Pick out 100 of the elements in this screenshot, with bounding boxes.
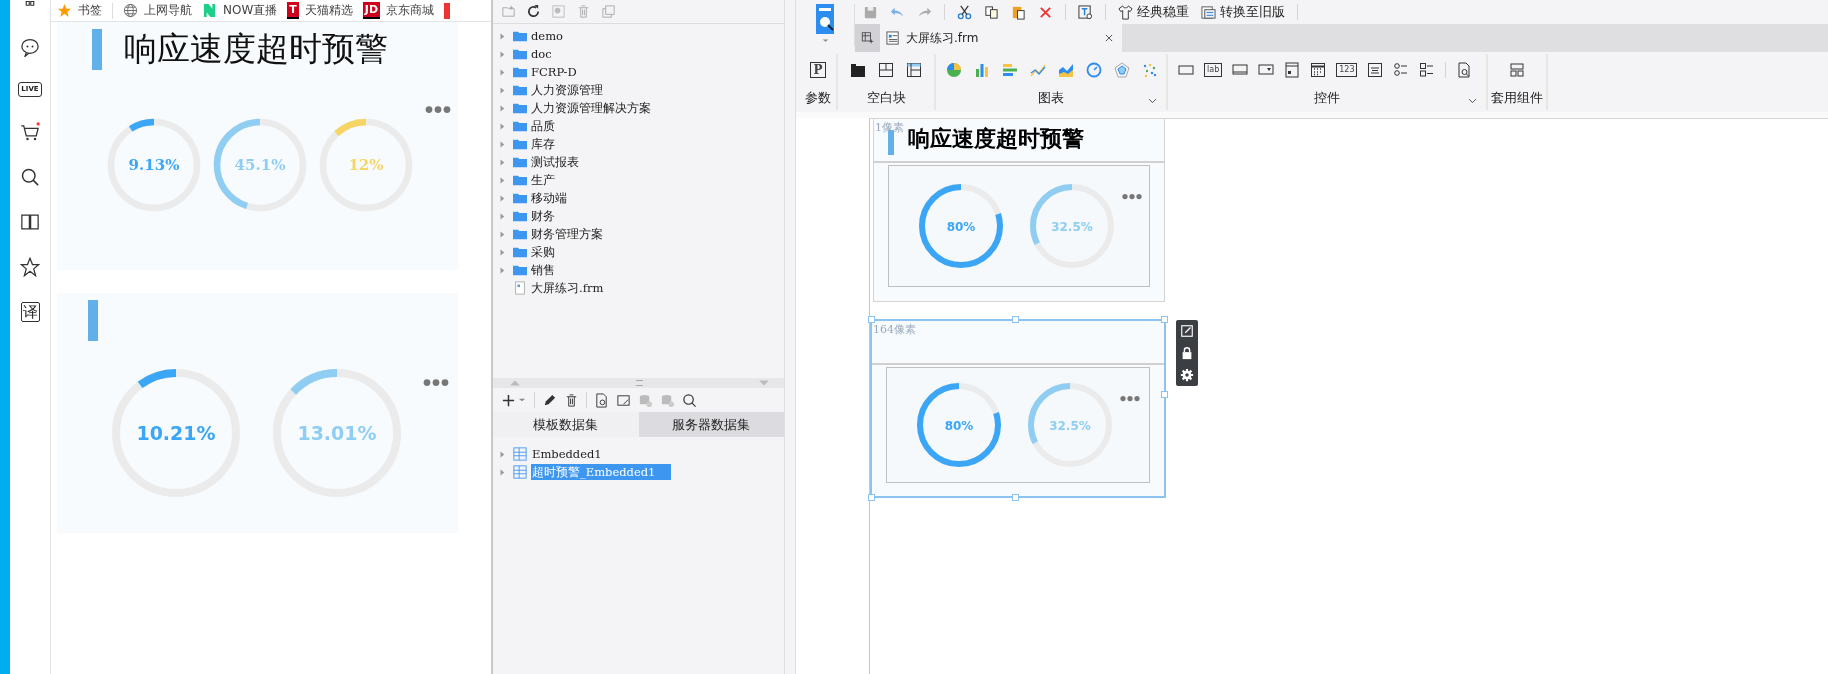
tree-item[interactable]: doc (531, 47, 552, 61)
save-icon[interactable] (863, 4, 878, 20)
resize-handle[interactable] (868, 494, 875, 501)
tree-item[interactable]: 采购 (531, 244, 555, 260)
edit-icon[interactable] (542, 392, 557, 408)
gauge-value: 32.5% (1049, 418, 1091, 433)
delete-icon[interactable] (564, 392, 579, 408)
resize-handle[interactable] (1161, 391, 1168, 398)
toolbar-button[interactable]: 转换至旧版 (1201, 3, 1285, 21)
new-folder-icon[interactable] (501, 4, 516, 19)
line-chart-icon[interactable] (1030, 62, 1046, 78)
dataset-tab[interactable]: 服务器数据集 (638, 412, 784, 437)
tree-item[interactable]: 大屏练习.frm (531, 280, 604, 296)
folder-icon (513, 29, 527, 43)
document-edit-icon[interactable] (616, 392, 631, 408)
ribbon-group-label: 空白块 (866, 89, 906, 107)
block-table-icon[interactable] (906, 62, 922, 78)
resize-handle[interactable] (1012, 316, 1019, 323)
gauge-chart-icon[interactable] (1086, 62, 1102, 78)
dropdown-icon[interactable] (1258, 62, 1275, 78)
edit-icon[interactable] (1180, 324, 1194, 338)
tree-item[interactable]: 财务 (531, 208, 555, 224)
database-icon[interactable] (660, 392, 675, 408)
search-icon[interactable] (20, 167, 40, 187)
document-tab[interactable]: 大屏练习.frm (880, 24, 1122, 52)
database-icon[interactable] (638, 392, 653, 408)
checkbox-icon[interactable] (1419, 62, 1436, 78)
label-icon[interactable]: lab (1204, 63, 1223, 77)
button-icon[interactable] (1232, 62, 1249, 78)
tree-item[interactable]: 品质 (531, 118, 555, 134)
calendar-icon[interactable] (1310, 62, 1327, 78)
new-template-icon[interactable] (855, 24, 880, 52)
cart-icon[interactable] (20, 122, 40, 142)
add-icon[interactable] (501, 392, 516, 408)
pie-chart-icon[interactable] (946, 62, 962, 78)
bookmark-link[interactable]: NOW直播 (223, 2, 278, 19)
chat-icon[interactable] (20, 37, 40, 57)
tree-item[interactable]: 财务管理方案 (531, 226, 603, 242)
tree-item[interactable]: FCRP-D (531, 65, 577, 79)
toolbar-button[interactable]: 经典稳重 (1118, 3, 1189, 21)
table-icon (513, 447, 527, 461)
caret-icon[interactable] (820, 36, 830, 45)
tree-item[interactable]: 人力资源管理解决方案 (531, 100, 651, 116)
search-icon[interactable] (682, 392, 697, 408)
gauge-value: 13.01% (297, 421, 377, 444)
title-marker (88, 300, 98, 341)
tree-item[interactable]: 生产 (531, 172, 555, 188)
tree-item[interactable]: 销售 (531, 262, 555, 278)
close-icon[interactable] (1104, 33, 1114, 43)
radio-icon[interactable] (1393, 62, 1410, 78)
dataset-item[interactable]: Embedded1 (531, 446, 606, 462)
list-icon[interactable] (1367, 62, 1384, 78)
find-text-icon[interactable] (1078, 4, 1093, 20)
area-chart-icon[interactable] (1058, 62, 1074, 78)
folder-icon (513, 101, 527, 115)
copy-icon[interactable] (984, 4, 999, 20)
translate-icon[interactable]: 译 (20, 302, 40, 322)
lock-icon[interactable] (1180, 346, 1194, 360)
param-icon[interactable]: P (810, 62, 826, 78)
document-preview-icon[interactable] (594, 392, 609, 408)
resize-handle[interactable] (1161, 316, 1168, 323)
book-icon[interactable] (20, 212, 40, 232)
star-icon[interactable] (20, 257, 40, 277)
radar-chart-icon[interactable] (1114, 62, 1130, 78)
more-icon[interactable] (1122, 193, 1142, 200)
scatter-chart-icon[interactable] (1142, 62, 1158, 78)
bookmark-link[interactable]: 书签 (78, 2, 102, 19)
folder-icon (513, 263, 527, 277)
block-grid-icon[interactable] (878, 62, 894, 78)
document-convert-icon (1201, 4, 1216, 20)
dataset-tab[interactable]: 模板数据集 (493, 412, 639, 437)
folder-icon (513, 47, 527, 61)
refresh-icon[interactable] (526, 4, 541, 19)
more-icon[interactable] (1120, 395, 1140, 402)
tree-item[interactable]: 移动端 (531, 190, 567, 206)
block-solid-icon[interactable] (850, 62, 866, 78)
bookmark-link[interactable]: 天猫精选 (304, 2, 353, 19)
bar-chart-icon[interactable] (974, 62, 990, 78)
more-icon[interactable] (425, 105, 451, 114)
bookmark-link[interactable]: 京东商城 (386, 2, 435, 19)
hbar-chart-icon[interactable] (1002, 62, 1018, 78)
resize-handle[interactable] (1012, 494, 1019, 501)
tree-item[interactable]: demo (531, 29, 563, 43)
tree-item[interactable]: 库存 (531, 136, 555, 152)
resize-handle[interactable] (868, 316, 875, 323)
splitter-grip[interactable] (636, 380, 643, 386)
cut-icon[interactable] (957, 4, 972, 20)
bookmark-link[interactable]: 上网导航 (144, 2, 192, 19)
tree-item[interactable]: 人力资源管理 (531, 82, 603, 98)
report-logo-icon[interactable] (813, 4, 837, 34)
rect-icon[interactable] (1178, 62, 1194, 78)
paste-icon[interactable] (1011, 4, 1026, 20)
preview-icon[interactable] (1456, 62, 1473, 78)
widget-title: 响应速度超时预警 (908, 125, 1084, 153)
tree-item[interactable]: 测试报表 (531, 154, 579, 170)
number-icon[interactable]: 123 (1336, 63, 1358, 77)
layout-icon[interactable] (1509, 62, 1525, 78)
form-icon[interactable] (1284, 62, 1301, 78)
more-icon[interactable] (423, 378, 449, 387)
delete-icon[interactable] (1038, 4, 1053, 20)
